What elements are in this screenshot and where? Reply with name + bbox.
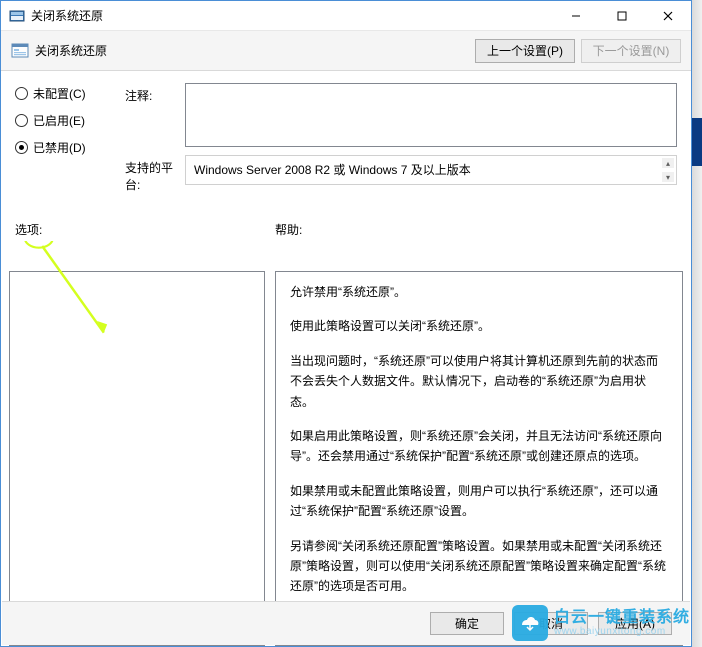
supported-platforms-value: Windows Server 2008 R2 或 Windows 7 及以上版本 <box>194 163 471 177</box>
next-setting-button: 下一个设置(N) <box>581 39 681 63</box>
help-paragraph: 另请参阅“关闭系统还原配置”策略设置。如果禁用或未配置“关闭系统还原”策略设置，… <box>290 536 668 597</box>
maximize-button[interactable] <box>599 1 645 30</box>
radio-disabled[interactable]: 已禁用(D) <box>15 139 125 156</box>
main-area: 未配置(C) 已启用(E) 已禁用(D) 注释: 支持的平台: Windows … <box>1 71 691 646</box>
comment-textarea[interactable] <box>185 83 677 147</box>
options-panel <box>9 271 265 646</box>
help-label: 帮助: <box>275 221 302 238</box>
help-paragraph: 如果禁用或未配置此策略设置，则用户可以执行“系统还原”，还可以通过“系统保护”配… <box>290 481 668 522</box>
options-label: 选项: <box>15 221 275 238</box>
ok-button[interactable]: 确定 <box>430 612 504 635</box>
setting-nav: 上一个设置(P) 下一个设置(N) <box>475 39 681 63</box>
dialog-window: 关闭系统还原 关闭系统还原 上一个设置(P) <box>0 0 692 647</box>
window-title: 关闭系统还原 <box>31 7 103 24</box>
radio-enabled[interactable]: 已启用(E) <box>15 112 125 129</box>
policy-icon <box>11 42 29 60</box>
close-button[interactable] <box>645 1 691 30</box>
minimize-button[interactable] <box>553 1 599 30</box>
header-strip: 关闭系统还原 上一个设置(P) 下一个设置(N) <box>1 31 691 71</box>
help-panel: 允许禁用“系统还原”。 使用此策略设置可以关闭“系统还原”。 当出现问题时，“系… <box>275 271 683 646</box>
state-radio-group: 未配置(C) 已启用(E) 已禁用(D) <box>15 83 125 193</box>
help-paragraph: 当出现问题时，“系统还原”可以使用户将其计算机还原到先前的状态而不会丢失个人数据… <box>290 351 668 412</box>
prev-setting-button[interactable]: 上一个设置(P) <box>475 39 575 63</box>
radio-icon <box>15 141 28 154</box>
comment-label: 注释: <box>125 83 185 147</box>
radio-label: 已禁用(D) <box>33 139 86 156</box>
supported-label: 支持的平台: <box>125 155 185 193</box>
dialog-button-bar: 确定 取消 应用(A) <box>2 601 690 645</box>
radio-label: 已启用(E) <box>33 112 85 129</box>
supported-platforms-field: Windows Server 2008 R2 或 Windows 7 及以上版本… <box>185 155 677 185</box>
scroll-up-icon[interactable]: ▴ <box>662 158 674 168</box>
cancel-button[interactable]: 取消 <box>514 612 588 635</box>
radio-icon <box>15 87 28 100</box>
radio-label: 未配置(C) <box>33 85 86 102</box>
titlebar: 关闭系统还原 <box>1 1 691 31</box>
help-paragraph: 允许禁用“系统还原”。 <box>290 282 668 302</box>
window-controls <box>553 1 691 30</box>
scroll-down-icon[interactable]: ▾ <box>662 172 674 182</box>
help-paragraph: 使用此策略设置可以关闭“系统还原”。 <box>290 316 668 336</box>
help-paragraph: 如果启用此策略设置，则“系统还原”会关闭，并且无法访问“系统还原向导”。还会禁用… <box>290 426 668 467</box>
radio-icon <box>15 114 28 127</box>
radio-not-configured[interactable]: 未配置(C) <box>15 85 125 102</box>
apply-button[interactable]: 应用(A) <box>598 612 672 635</box>
app-icon <box>9 8 25 24</box>
scrollbar[interactable]: ▴ ▾ <box>662 158 674 182</box>
header-title: 关闭系统还原 <box>35 42 107 59</box>
